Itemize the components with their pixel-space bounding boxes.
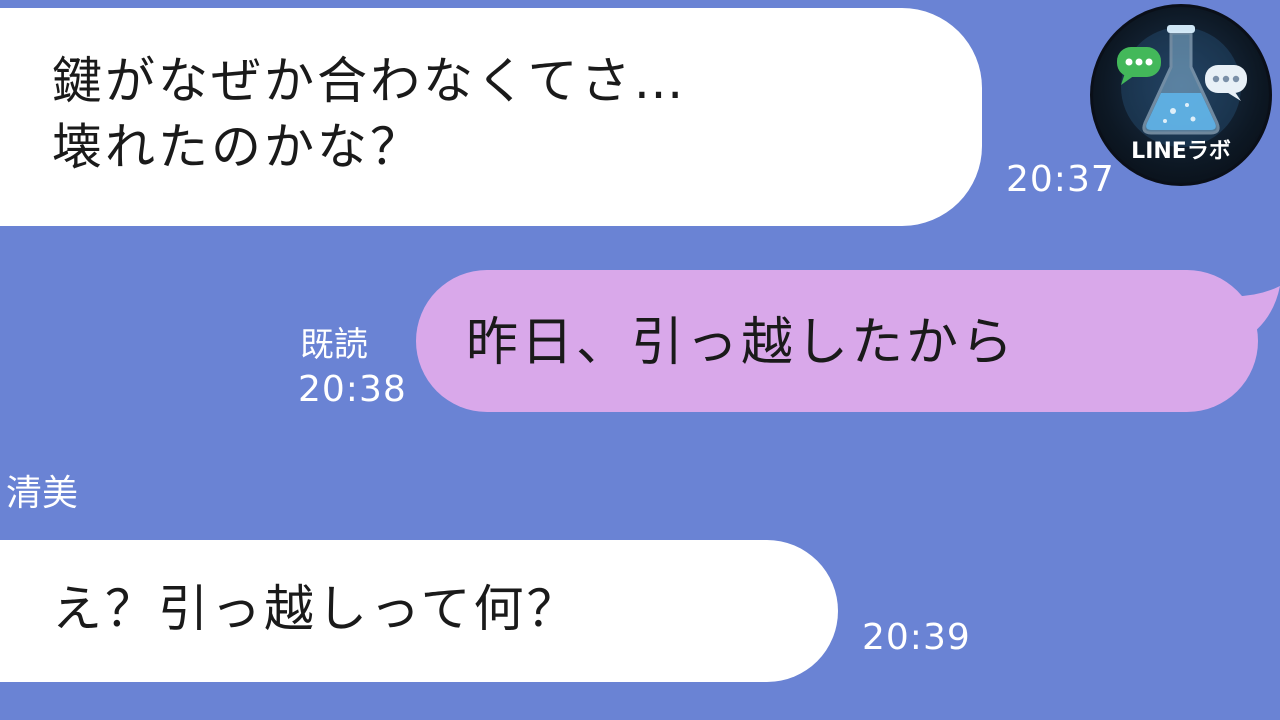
message-time: 20:38 <box>298 369 407 410</box>
message-text-line: え？引っ越しって何？ <box>52 580 580 638</box>
sender-name: 清美 <box>6 473 79 514</box>
message-text-line: 鍵がなぜか合わなくてさ… <box>52 52 687 110</box>
message-time: 20:39 <box>862 617 971 658</box>
chat-area: 鍵がなぜか合わなくてさ… 壊れたのかな？ 20:37 既読 20:38 昨日、引… <box>0 0 1280 720</box>
message-bubble-incoming[interactable]: え？引っ越しって何？ <box>0 540 838 682</box>
bubble-tail-incoming <box>0 14 30 50</box>
read-receipt: 既読 <box>300 325 368 365</box>
message-bubble-outgoing[interactable]: 昨日、引っ越したから <box>416 270 1258 412</box>
message-text-line: 壊れたのかな？ <box>52 118 423 176</box>
channel-logo: LINEラボ <box>1090 4 1272 186</box>
bubble-tail-incoming <box>0 548 30 584</box>
message-text-line: 昨日、引っ越したから <box>466 313 1017 373</box>
logo-text: LINEラボ <box>1131 139 1231 164</box>
bubble-tail-outgoing <box>1226 286 1280 344</box>
message-bubble-incoming[interactable]: 鍵がなぜか合わなくてさ… 壊れたのかな？ <box>0 8 982 226</box>
